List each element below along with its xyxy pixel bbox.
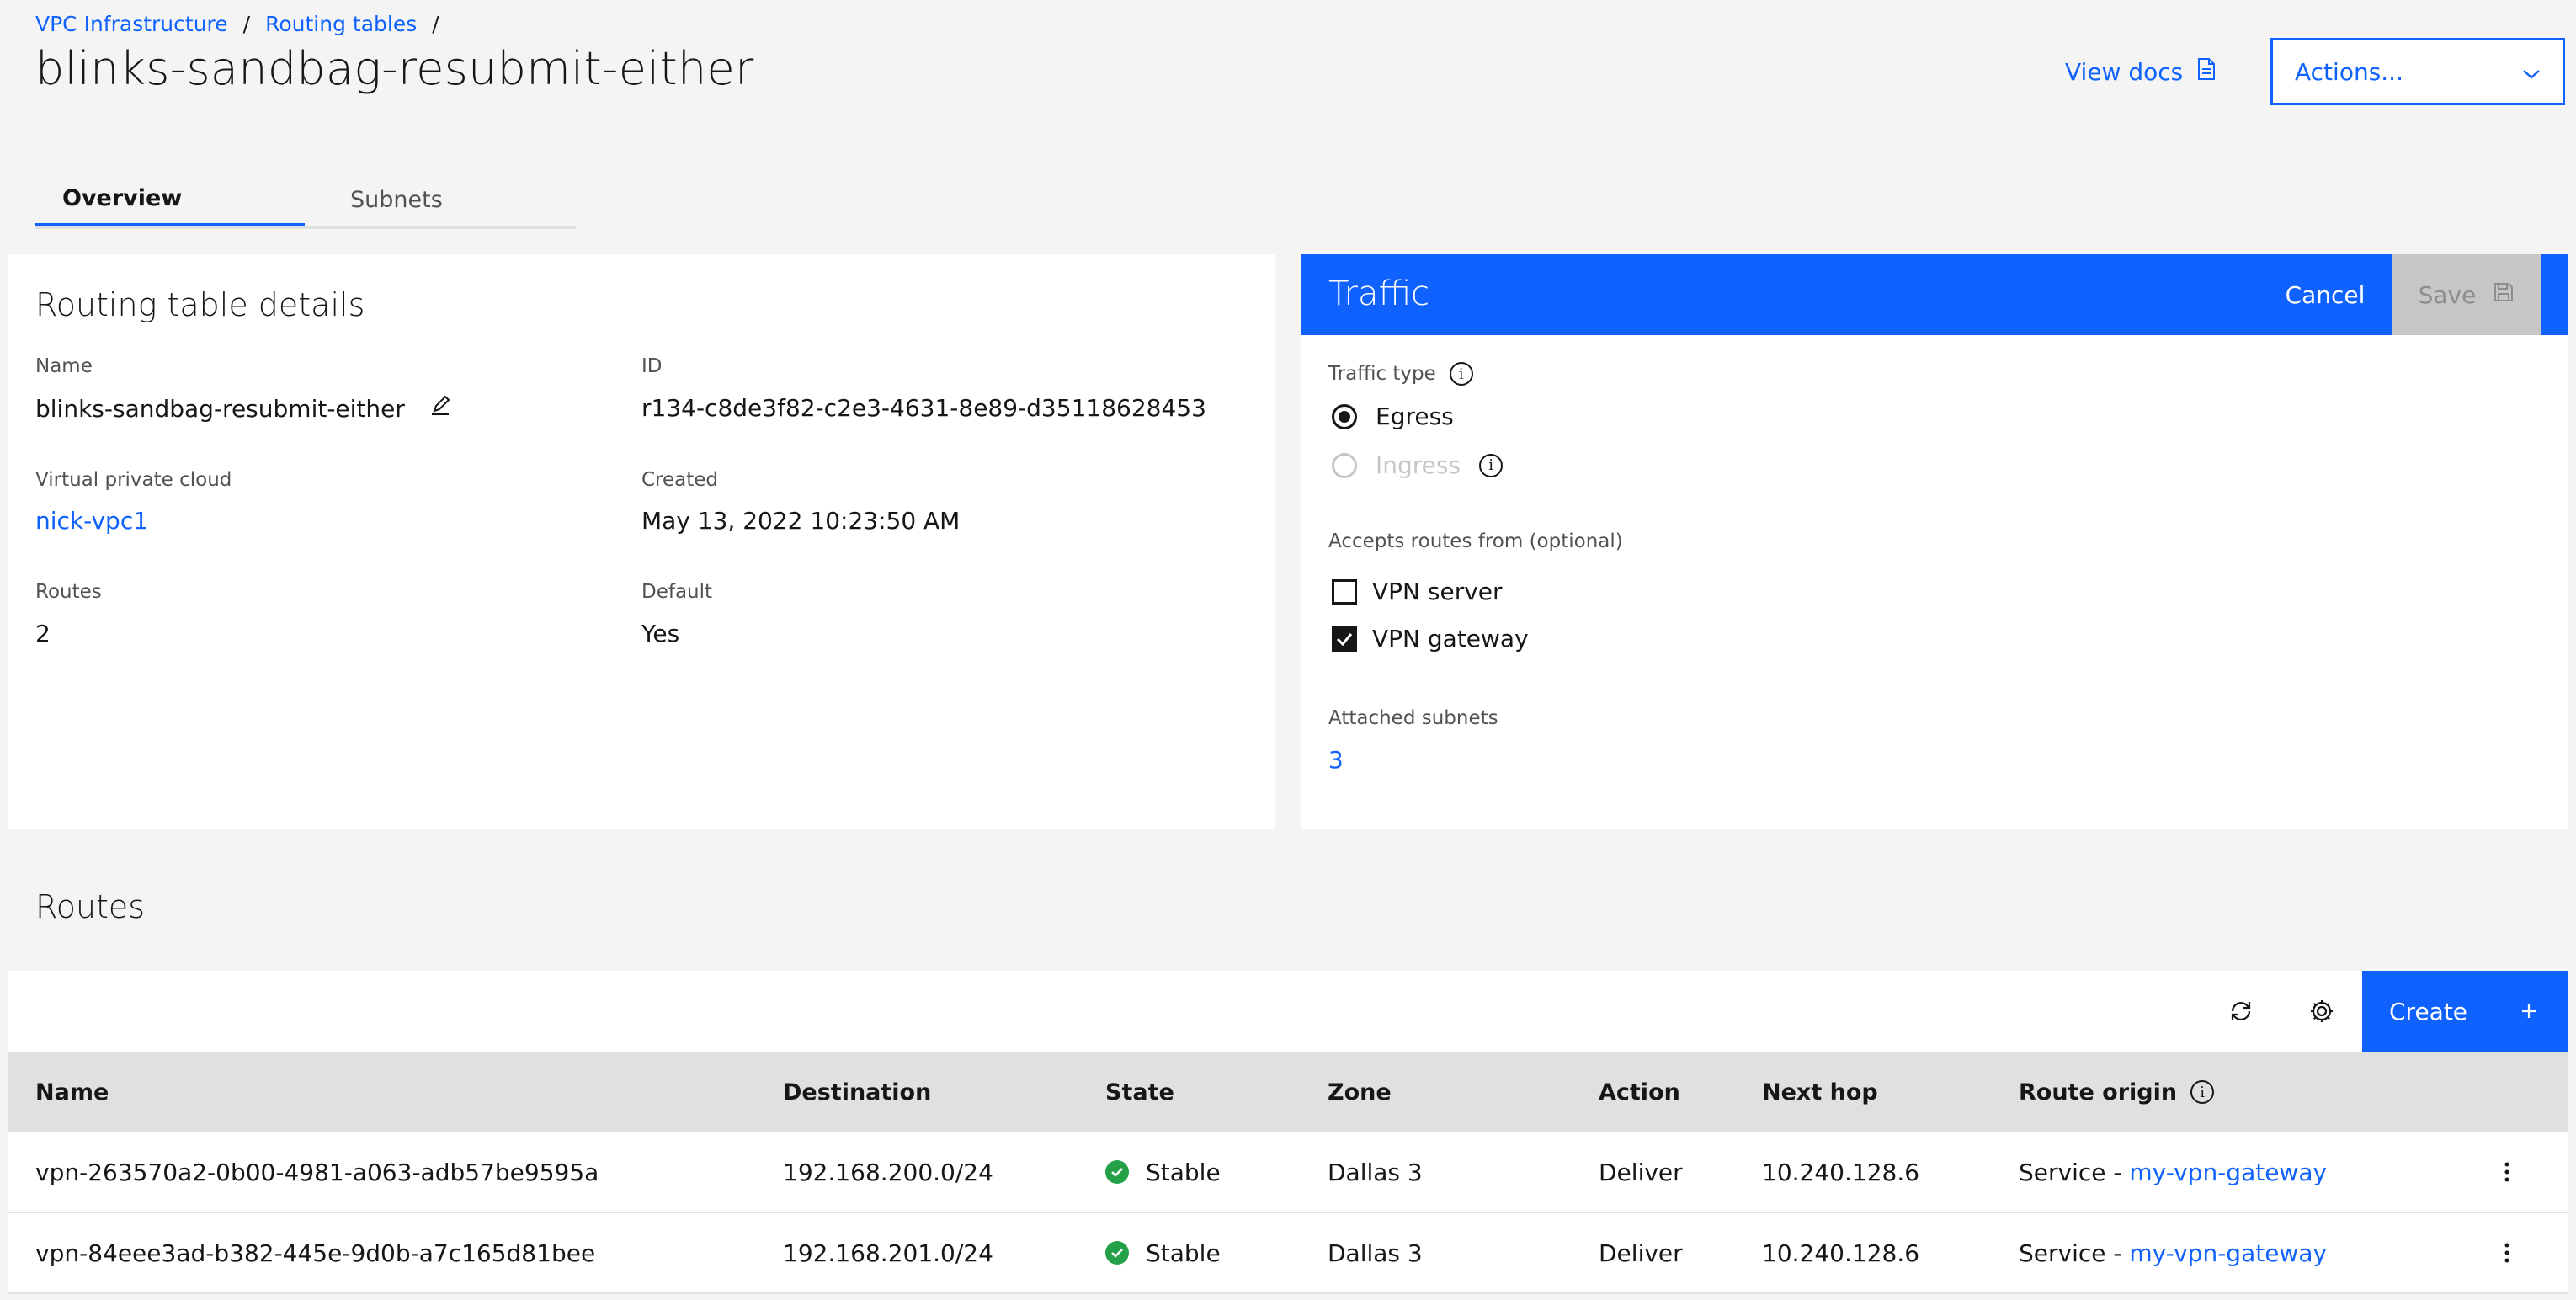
name-value: blinks-sandbag-resubmit-either — [35, 395, 405, 423]
routes-table: Name Destination State Zone Action Next … — [8, 1052, 2568, 1294]
save-button[interactable]: Save — [2392, 254, 2541, 335]
overflow-menu-icon[interactable] — [2504, 1132, 2510, 1212]
routes-title: Routes — [35, 888, 146, 925]
column-header-route-origin[interactable]: Route origin — [2019, 1079, 2177, 1106]
route-origin-prefix: Service - — [2019, 1158, 2130, 1186]
route-destination: 192.168.201.0/24 — [783, 1239, 993, 1267]
vpc-link[interactable]: nick-vpc1 — [35, 507, 148, 535]
attached-subnets-label: Attached subnets — [1328, 707, 1498, 729]
route-state: Stable — [1146, 1158, 1221, 1186]
route-next-hop: 10.240.128.6 — [1762, 1239, 1920, 1267]
save-icon — [2493, 281, 2515, 309]
vpn-server-label: VPN server — [1372, 578, 1503, 605]
route-action: Deliver — [1599, 1239, 1683, 1267]
route-name: vpn-263570a2-0b00-4981-a063-adb57be9595a — [35, 1158, 599, 1186]
info-icon[interactable]: i — [1479, 453, 1504, 477]
document-icon — [2196, 57, 2217, 87]
route-zone: Dallas 3 — [1328, 1158, 1423, 1186]
table-row: vpn-263570a2-0b00-4981-a063-adb57be9595a… — [8, 1132, 2568, 1213]
breadcrumb-separator: / — [432, 12, 439, 36]
name-label: Name — [35, 355, 93, 377]
created-label: Created — [641, 469, 719, 491]
breadcrumb-separator: / — [242, 12, 251, 36]
vpn-server-checkbox[interactable]: VPN server — [1332, 578, 1503, 605]
table-header: Name Destination State Zone Action Next … — [8, 1052, 2568, 1132]
view-docs-label: View docs — [2065, 58, 2184, 86]
refresh-icon[interactable] — [2224, 994, 2258, 1028]
column-header-state[interactable]: State — [1105, 1052, 1174, 1132]
route-name: vpn-84eee3ad-b382-445e-9d0b-a7c165d81bee — [35, 1239, 596, 1267]
routes-label: Routes — [35, 581, 102, 603]
table-row: vpn-84eee3ad-b382-445e-9d0b-a7c165d81bee… — [8, 1213, 2568, 1294]
route-origin-link[interactable]: my-vpn-gateway — [2129, 1159, 2327, 1186]
create-button[interactable]: Create — [2362, 971, 2568, 1052]
ingress-radio: Ingress i — [1332, 451, 1504, 479]
egress-radio[interactable]: Egress — [1332, 402, 1454, 430]
checkbox-empty-icon — [1332, 578, 1357, 605]
column-header-destination[interactable]: Destination — [783, 1052, 931, 1132]
info-icon[interactable]: i — [2190, 1080, 2215, 1104]
column-header-zone[interactable]: Zone — [1328, 1052, 1392, 1132]
traffic-panel: Traffic Cancel Save Traffic type i Egres… — [1301, 254, 2568, 829]
tab-subnets[interactable]: Subnets — [305, 173, 576, 226]
overflow-menu-icon[interactable] — [2504, 1213, 2510, 1292]
actions-label: Actions... — [2295, 57, 2403, 86]
breadcrumb-routing-tables[interactable]: Routing tables — [265, 12, 417, 36]
id-value: r134-c8de3f82-c2e3-4631-8e89-d3511862845… — [641, 394, 1206, 422]
column-header-next-hop[interactable]: Next hop — [1762, 1052, 1878, 1132]
checkmark-circle-icon — [1105, 1241, 1129, 1265]
page-title: blinks-sandbag-resubmit-either — [35, 42, 754, 95]
route-next-hop: 10.240.128.6 — [1762, 1158, 1920, 1186]
route-state: Stable — [1146, 1239, 1221, 1267]
details-title: Routing table details — [35, 286, 365, 323]
attached-subnets-link[interactable]: 3 — [1328, 746, 1344, 774]
route-destination: 192.168.200.0/24 — [783, 1158, 993, 1186]
routing-table-details-panel: Routing table details Name blinks-sandba… — [8, 254, 1275, 829]
accepts-routes-label: Accepts routes from (optional) — [1328, 530, 1623, 552]
checkmark-circle-icon — [1105, 1160, 1129, 1184]
default-value: Yes — [641, 620, 680, 647]
cancel-button[interactable]: Cancel — [2270, 254, 2381, 335]
save-label: Save — [2418, 280, 2477, 309]
view-docs-link[interactable]: View docs — [2065, 57, 2217, 87]
routes-toolbar: Create — [8, 971, 2568, 1052]
create-label: Create — [2389, 997, 2468, 1026]
plus-icon — [2520, 998, 2537, 1026]
header-edge — [2541, 254, 2568, 335]
vpc-label: Virtual private cloud — [35, 469, 232, 491]
default-label: Default — [641, 581, 713, 603]
breadcrumb: VPC Infrastructure / Routing tables / — [35, 12, 439, 36]
ingress-label: Ingress — [1376, 451, 1461, 479]
column-header-name[interactable]: Name — [35, 1052, 109, 1132]
radio-empty-icon — [1332, 452, 1357, 478]
info-icon[interactable]: i — [1449, 362, 1473, 386]
chevron-down-icon — [2522, 58, 2541, 86]
vpn-gateway-label: VPN gateway — [1372, 625, 1529, 653]
traffic-title: Traffic — [1328, 274, 1430, 313]
id-label: ID — [641, 355, 663, 377]
route-action: Deliver — [1599, 1158, 1683, 1186]
radio-selected-icon — [1332, 403, 1357, 429]
tab-list: Overview Subnets — [35, 173, 576, 229]
checkbox-checked-icon — [1332, 626, 1357, 652]
created-value: May 13, 2022 10:23:50 AM — [641, 507, 961, 535]
traffic-type-label: Traffic type — [1328, 363, 1436, 385]
edit-icon[interactable] — [428, 394, 452, 424]
route-zone: Dallas 3 — [1328, 1239, 1423, 1267]
egress-label: Egress — [1376, 402, 1454, 430]
column-header-action[interactable]: Action — [1599, 1052, 1680, 1132]
routes-value: 2 — [35, 620, 51, 647]
breadcrumb-vpc-infrastructure[interactable]: VPC Infrastructure — [35, 12, 228, 36]
route-origin-link[interactable]: my-vpn-gateway — [2129, 1239, 2327, 1267]
vpn-gateway-checkbox[interactable]: VPN gateway — [1332, 625, 1529, 653]
traffic-header: Traffic Cancel Save — [1301, 254, 2568, 335]
tab-overview[interactable]: Overview — [35, 173, 305, 226]
actions-dropdown[interactable]: Actions... — [2270, 38, 2565, 105]
route-origin-prefix: Service - — [2019, 1239, 2130, 1267]
gear-icon[interactable] — [2305, 994, 2339, 1028]
